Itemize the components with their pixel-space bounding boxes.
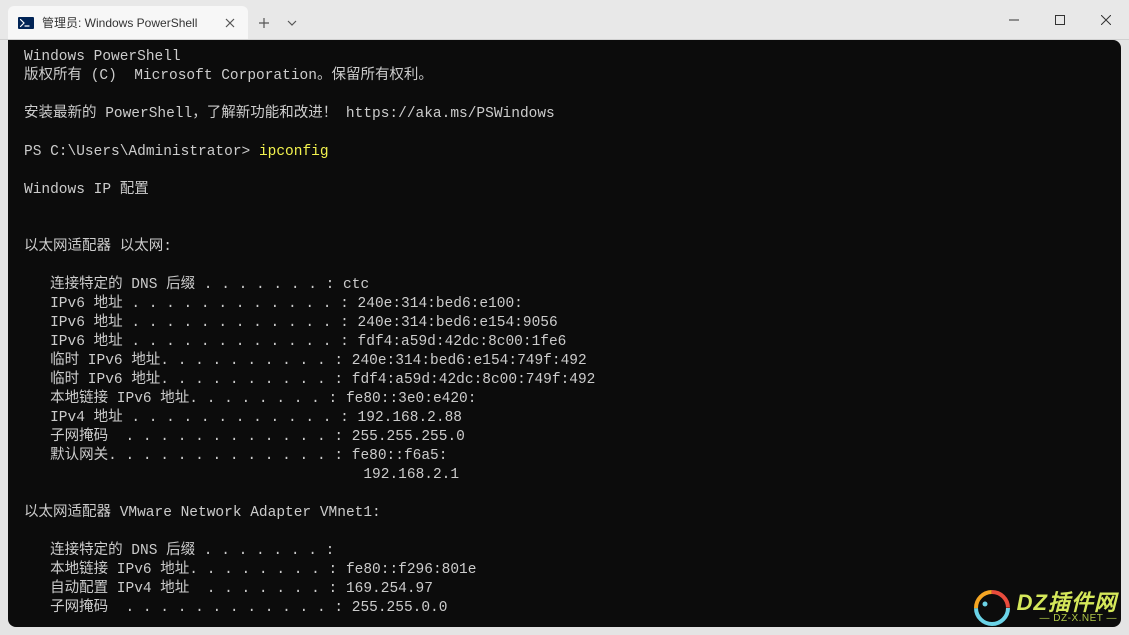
tab-close-button[interactable]	[222, 15, 238, 31]
window: 管理员: Windows PowerShell	[0, 0, 1129, 635]
watermark-logo-icon	[973, 589, 1011, 627]
terminal-line: 临时 IPv6 地址. . . . . . . . . . : 240e:314…	[24, 353, 587, 369]
terminal-output[interactable]: Windows PowerShell 版权所有 (C) Microsoft Co…	[8, 40, 1121, 627]
terminal-line: IPv6 地址 . . . . . . . . . . . . : 240e:3…	[24, 315, 558, 331]
terminal-line: Windows PowerShell	[24, 49, 181, 65]
terminal-line: 192.168.2.1	[24, 467, 459, 483]
terminal-line: 自动配置 IPv4 地址 . . . . . . . : 169.254.97	[24, 581, 433, 597]
terminal-line: Windows IP 配置	[24, 182, 149, 198]
terminal-line: 以太网适配器 VMware Network Adapter VMnet1:	[24, 505, 381, 521]
maximize-button[interactable]	[1037, 0, 1083, 40]
terminal-line: 默认网关. . . . . . . . . . . . . : fe80::f6…	[24, 448, 447, 464]
minimize-button[interactable]	[991, 0, 1037, 40]
terminal-line: IPv6 地址 . . . . . . . . . . . . : fdf4:a…	[24, 334, 566, 350]
terminal-line: 版权所有 (C) Microsoft Corporation。保留所有权利。	[24, 68, 433, 84]
titlebar: 管理员: Windows PowerShell	[0, 0, 1129, 40]
terminal-line: 连接特定的 DNS 后缀 . . . . . . . :	[24, 543, 334, 559]
terminal-line: IPv4 地址 . . . . . . . . . . . . : 192.16…	[24, 410, 462, 426]
terminal-line: IPv6 地址 . . . . . . . . . . . . : 240e:3…	[24, 296, 523, 312]
terminal-line: 连接特定的 DNS 后缀 . . . . . . . : ctc	[24, 277, 369, 293]
powershell-icon	[18, 15, 34, 31]
new-tab-button[interactable]	[248, 6, 280, 39]
terminal-line: 子网掩码 . . . . . . . . . . . . : 255.255.2…	[24, 429, 465, 445]
watermark-text-main: DZ插件网	[1017, 592, 1117, 614]
terminal-line: 本地链接 IPv6 地址. . . . . . . . : fe80::3e0:…	[24, 391, 476, 407]
prompt-command: ipconfig	[259, 144, 329, 160]
terminal-line: 以太网适配器 以太网:	[24, 239, 172, 255]
tab-title: 管理员: Windows PowerShell	[42, 14, 214, 31]
terminal-line: 安装最新的 PowerShell，了解新功能和改进！ https://aka.m…	[24, 106, 555, 122]
watermark: DZ插件网 — DZ-X.NET —	[973, 589, 1117, 627]
close-button[interactable]	[1083, 0, 1129, 40]
watermark-text-sub: — DZ-X.NET —	[1017, 614, 1117, 624]
prompt-path: PS C:\Users\Administrator>	[24, 144, 259, 160]
terminal-line: 本地链接 IPv6 地址. . . . . . . . : fe80::f296…	[24, 562, 476, 578]
terminal-line: 临时 IPv6 地址. . . . . . . . . . : fdf4:a59…	[24, 372, 595, 388]
terminal-line: 子网掩码 . . . . . . . . . . . . : 255.255.0…	[24, 600, 447, 616]
tab-dropdown-button[interactable]	[280, 6, 304, 39]
window-controls	[991, 0, 1129, 39]
tab-active[interactable]: 管理员: Windows PowerShell	[8, 6, 248, 39]
